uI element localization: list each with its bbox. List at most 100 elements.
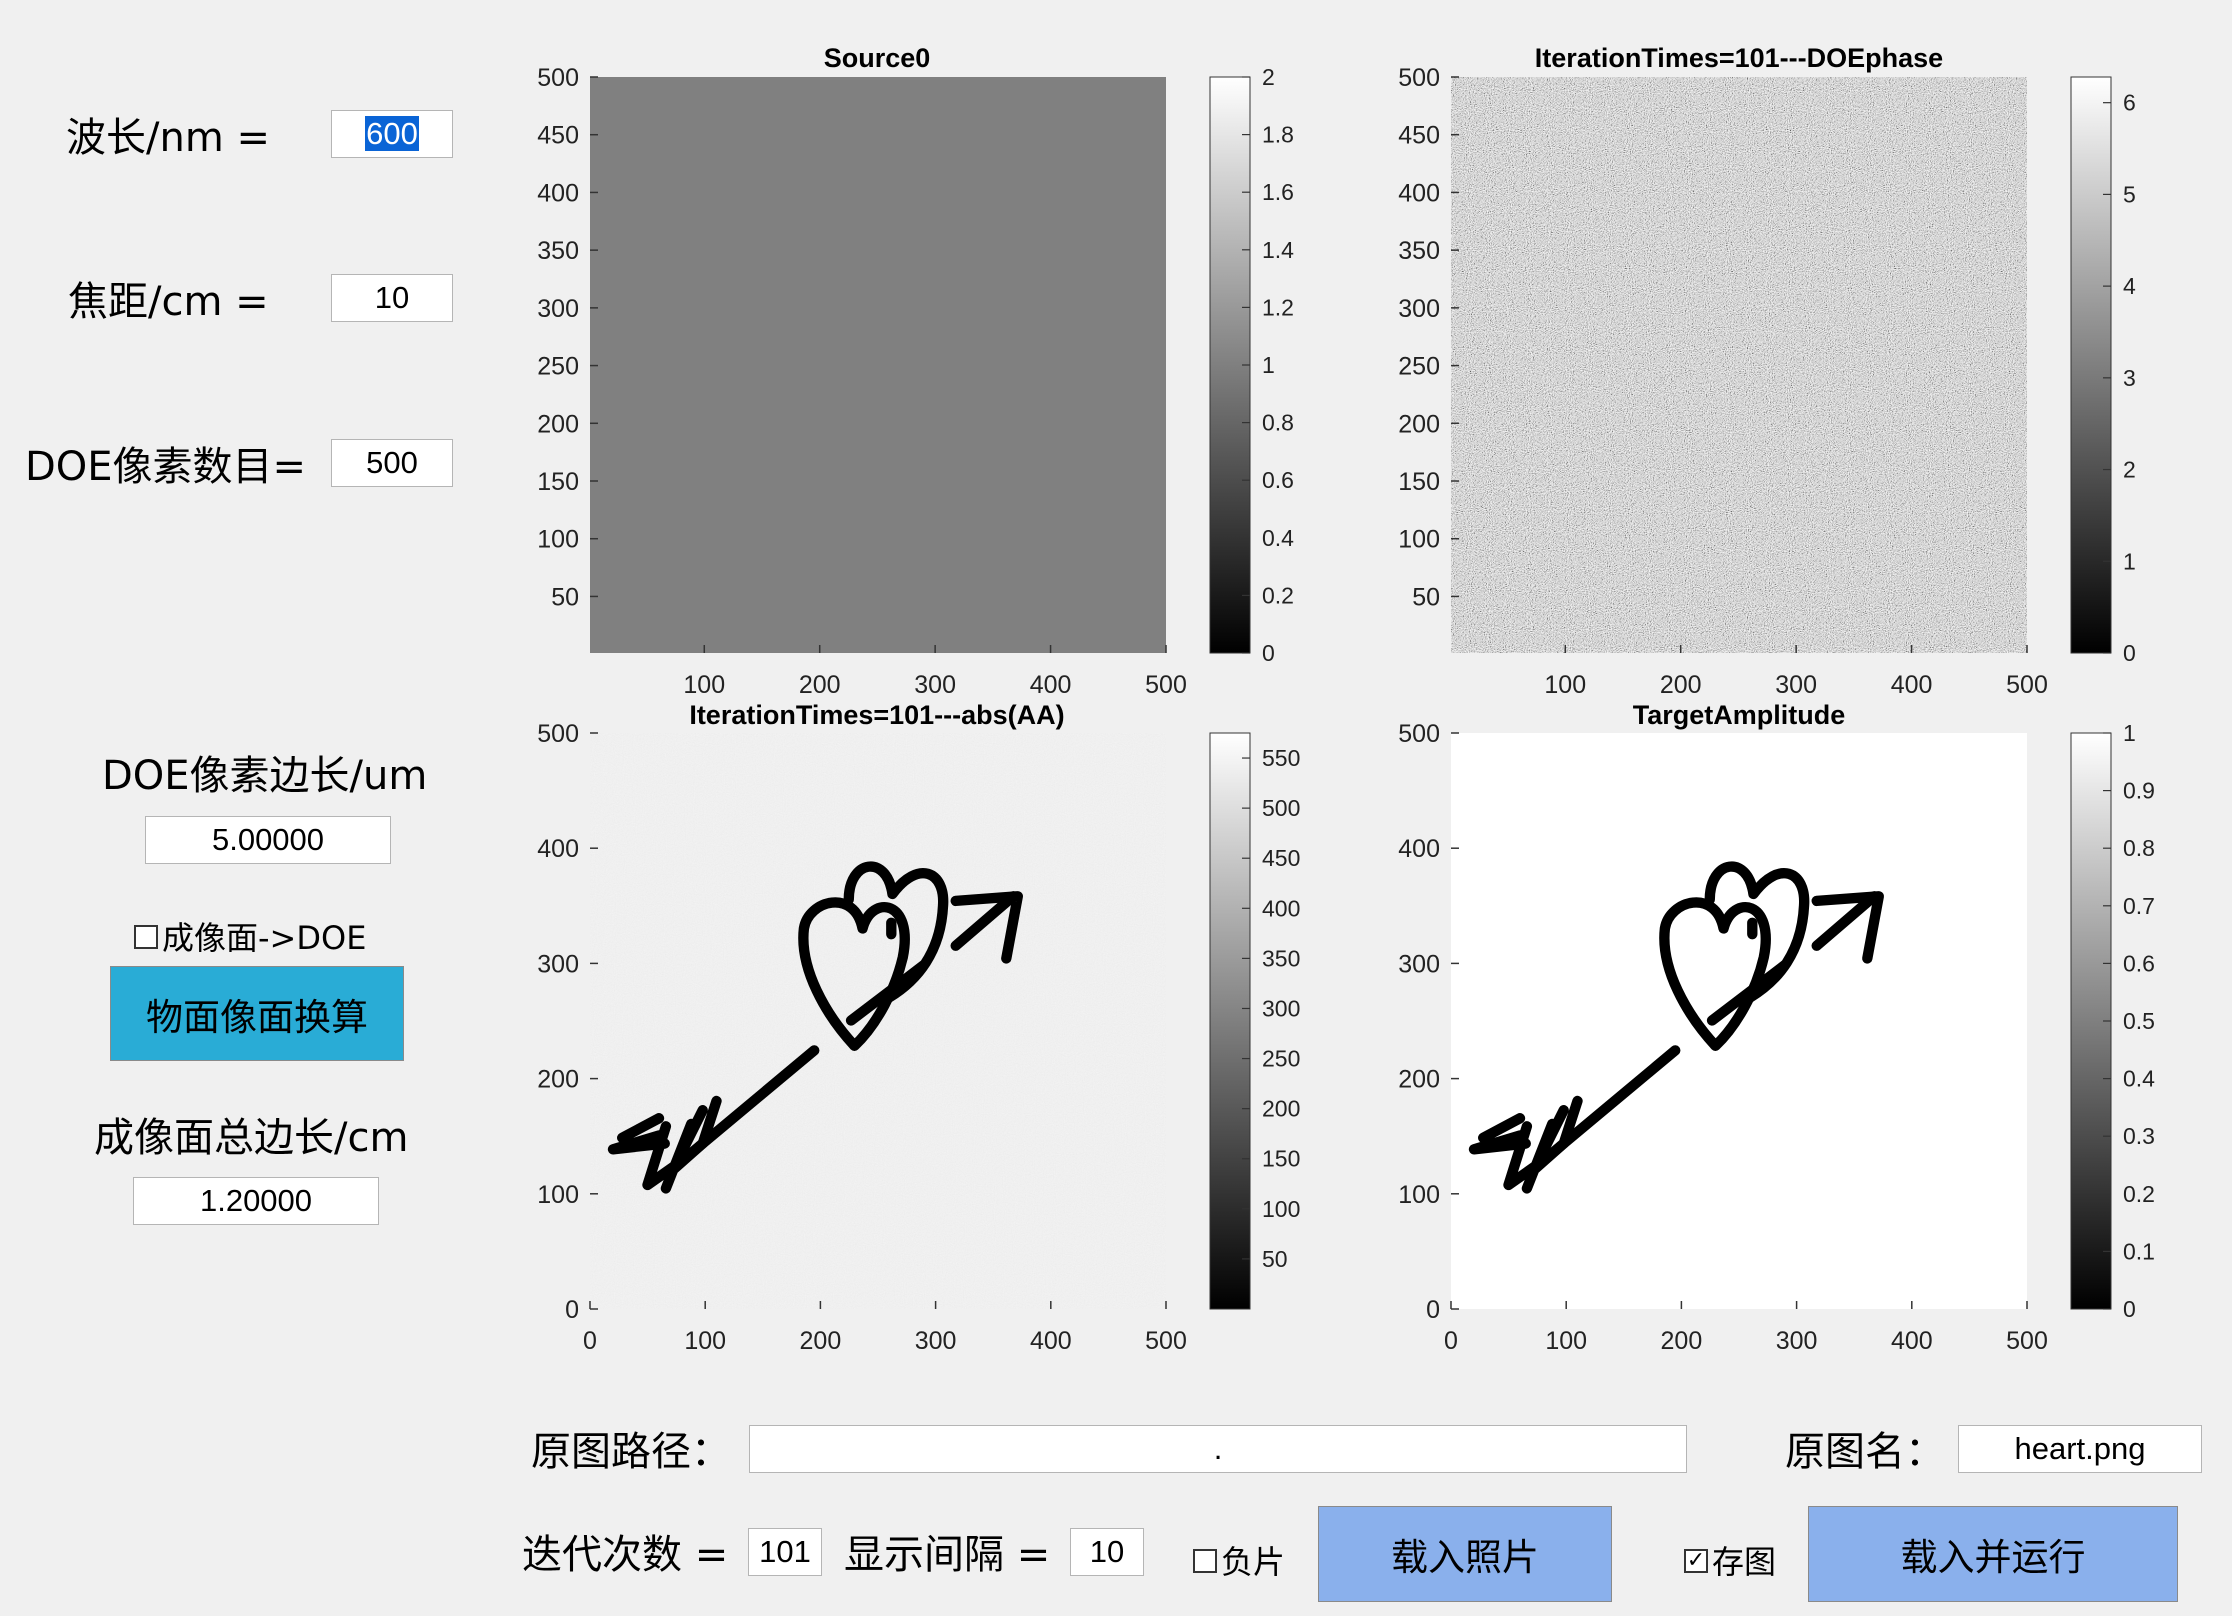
chart-source0: Source0 50100150200250300350400450500 10… [537, 43, 1294, 699]
x-ticks: 100 200 300 400 500 [1544, 645, 2048, 699]
negative-checkbox[interactable]: 负片 [1193, 1537, 1285, 1583]
colorbar-tick-label: 0.8 [1262, 410, 1294, 436]
y-tick-label: 400 [537, 179, 579, 207]
colorbar-tick-label: 350 [1262, 945, 1300, 971]
chart-abs-aa: IterationTimes=101---abs(AA) 0 100 200 300 4… [537, 700, 1300, 1355]
colorbar-tick-label: 150 [1262, 1146, 1300, 1172]
heatmap-image [590, 77, 1166, 653]
colorbar-tick-label: 1.4 [1262, 237, 1294, 263]
x-tick-label: 200 [800, 1327, 842, 1355]
save-image-label: 存图 [1712, 1543, 1777, 1581]
colorbar-ticks: 50 100 150 200 250 300 350 400 450 500 550 [1242, 745, 1300, 1272]
y-tick-label: 100 [1398, 1181, 1440, 1209]
y-tick-label: 350 [537, 237, 579, 265]
colorbar-tick-label: 0.6 [2123, 950, 2155, 976]
x-tick-label: 500 [2006, 1327, 2048, 1355]
colorbar-tick-label: 0.2 [2123, 1181, 2155, 1207]
y-tick-label: 0 [1426, 1296, 1440, 1324]
colorbar-tick-label: 1 [1262, 352, 1275, 378]
colorbar-tick-label: 400 [1262, 895, 1300, 921]
y-tick-label: 250 [1398, 353, 1440, 381]
y-tick-label: 200 [1398, 1066, 1440, 1094]
charts-canvas: Source0 50100150200250300350400450500 10… [537, 43, 2155, 1355]
colorbar-tick-label: 0 [2123, 1296, 2136, 1322]
colorbar-tick-label: 300 [1262, 995, 1300, 1021]
colorbar-tick-label: 2 [2123, 457, 2136, 483]
y-tick-label: 100 [1398, 526, 1440, 554]
y-tick-label: 100 [537, 526, 579, 554]
negative-label: 负片 [1221, 1543, 1286, 1581]
colorbar-tick-label: 0 [2123, 640, 2136, 666]
interval-input[interactable]: 10 [1070, 1528, 1144, 1576]
y-tick-label: 300 [537, 295, 579, 323]
y-tick-label: 300 [537, 950, 579, 978]
save-image-checkbox[interactable]: ✓ 存图 [1684, 1537, 1776, 1583]
y-tick-label: 500 [1398, 64, 1440, 92]
colorbar-tick-label: 6 [2123, 90, 2136, 116]
checkbox-box-checked: ✓ [1684, 1549, 1708, 1573]
colorbar-tick-label: 0.5 [2123, 1008, 2155, 1034]
colorbar-tick-label: 0.9 [2123, 778, 2155, 804]
x-tick-label: 500 [1145, 1327, 1187, 1355]
y-tick-label: 300 [1398, 950, 1440, 978]
colorbar-tick-label: 0.4 [1262, 525, 1294, 551]
x-tick-label: 100 [684, 1327, 726, 1355]
y-tick-label: 0 [565, 1296, 579, 1324]
heatmap-image [1451, 77, 2027, 653]
load-photo-button-label: 载入照片 [1391, 1536, 1539, 1579]
y-tick-label: 250 [537, 353, 579, 381]
colorbar-tick-label: 0.1 [2123, 1238, 2155, 1264]
y-tick-label: 200 [537, 1066, 579, 1094]
y-ticks: 50 100 150 200 250 300 350 400 450 500 [537, 64, 598, 611]
chart-title: Source0 [824, 43, 931, 73]
x-tick-label: 100 [1544, 671, 1586, 699]
filename-input[interactable]: heart.png [1958, 1425, 2202, 1473]
colorbar-tick-label: 1.8 [1262, 122, 1294, 148]
y-tick-label: 150 [537, 468, 579, 496]
y-tick-label: 200 [1398, 410, 1440, 438]
colorbar-tick-label: 0.6 [1262, 467, 1294, 493]
y-tick-label: 400 [1398, 835, 1440, 863]
y-tick-label: 450 [1398, 122, 1440, 150]
chart-target-amplitude: TargetAmplitude 0 100 200 300 400 500 0 100 200… [1398, 700, 2155, 1355]
colorbar-tick-label: 2 [1262, 64, 1275, 90]
colorbar-tick-label: 0.7 [2123, 893, 2155, 919]
iteration-label: 迭代次数 = [522, 1532, 729, 1578]
x-ticks: 0 100 200 300 400 500 [583, 1301, 1187, 1355]
x-tick-label: 400 [1030, 1327, 1072, 1355]
x-tick-label: 200 [799, 671, 841, 699]
iteration-input[interactable]: 101 [748, 1528, 822, 1576]
colorbar-tick-label: 1.2 [1262, 294, 1294, 320]
x-tick-label: 300 [1775, 671, 1817, 699]
colorbar-tick-label: 0.2 [1262, 582, 1294, 608]
chart-title: IterationTimes=101---abs(AA) [689, 700, 1064, 730]
x-tick-label: 500 [2006, 671, 2048, 699]
colorbar-tick-label: 1 [2123, 720, 2136, 746]
colorbar-tick-label: 550 [1262, 745, 1300, 771]
colorbar-tick-label: 50 [1262, 1246, 1288, 1272]
load-photo-button[interactable]: 载入照片 [1318, 1506, 1612, 1602]
x-tick-label: 100 [683, 671, 725, 699]
y-tick-label: 350 [1398, 237, 1440, 265]
colorbar-tick-label: 250 [1262, 1046, 1300, 1072]
x-ticks: 0 100 200 300 400 500 [1444, 1301, 2048, 1355]
y-tick-label: 50 [551, 583, 579, 611]
y-ticks: 50 100 150 200 250 300 350 400 450 500 [1398, 64, 1459, 611]
colorbar-tick-label: 200 [1262, 1096, 1300, 1122]
load-run-button[interactable]: 载入并运行 [1808, 1506, 2178, 1602]
colorbar-tick-label: 1.6 [1262, 179, 1294, 205]
x-tick-label: 200 [1661, 1327, 1703, 1355]
y-tick-label: 500 [537, 64, 579, 92]
colorbar-tick-label: 4 [2123, 273, 2136, 299]
y-tick-label: 500 [537, 720, 579, 748]
colorbar [1209, 732, 1251, 1310]
x-tick-label: 0 [1444, 1327, 1458, 1355]
load-run-button-label: 载入并运行 [1900, 1536, 2086, 1579]
colorbar-tick-label: 0 [1262, 640, 1275, 666]
path-input[interactable]: . [749, 1425, 1687, 1473]
colorbar-tick-label: 450 [1262, 845, 1300, 871]
x-tick-label: 300 [914, 671, 956, 699]
y-tick-label: 450 [537, 122, 579, 150]
y-tick-label: 200 [537, 410, 579, 438]
interval-label: 显示间隔 = [844, 1532, 1051, 1578]
